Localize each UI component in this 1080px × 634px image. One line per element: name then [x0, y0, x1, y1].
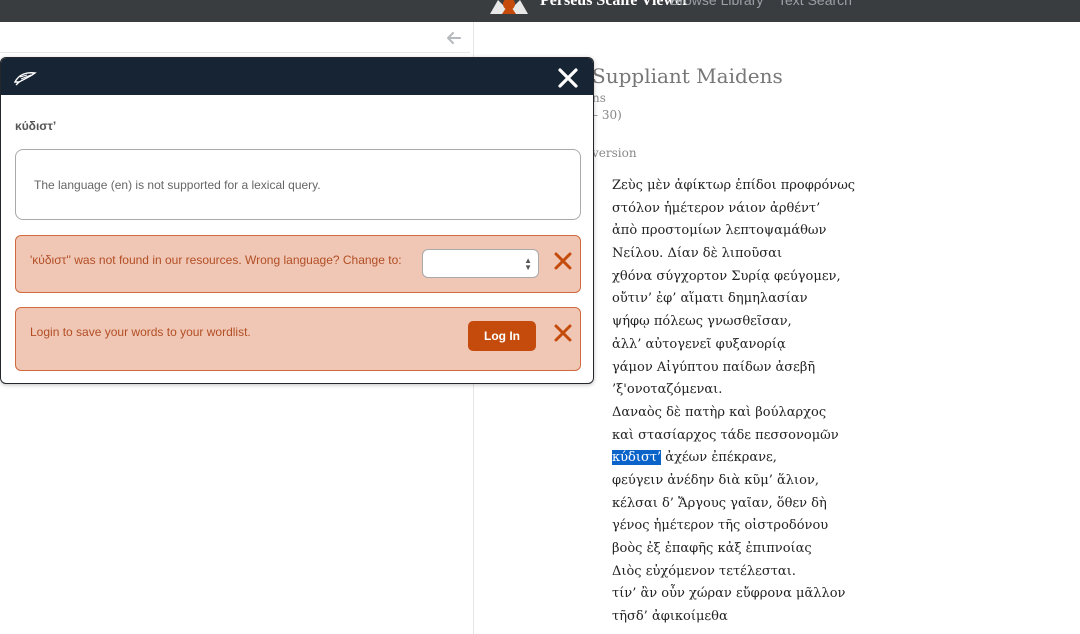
text-passage: Ζεὺς μὲν ἀφίκτωρ ἐπίδοι προφρόνως στόλον … [612, 175, 855, 629]
text-line: Διὸς εὐχόμενον τετέλεσται. [612, 563, 796, 579]
top-navbar: Perseus Scaife Viewer Browse Library Tex… [0, 0, 1080, 22]
text-line: κέλσαι δ’ Ἄργους γαῖαν, ὅθεν δὴ [612, 495, 827, 511]
text-line: βοὸς ἐξ ἐπαφῆς κἀξ ἐπιπνοίας [612, 541, 812, 556]
text-line: χθόνα σύγχορτον Συρίᾳ φεύγομεν, [612, 268, 841, 284]
lemma-heading: κύδιστ’ [15, 119, 57, 133]
text-line: γένος ἡμέτερον τῆς οἰστροδόνου [612, 518, 829, 534]
text-line: Ζεὺς μὲν ἀφίκτωρ ἐπίδοι προφρόνως [612, 178, 856, 193]
text-search-link[interactable]: Text Search [778, 0, 852, 8]
dismiss-icon[interactable] [554, 324, 572, 342]
close-icon[interactable] [556, 66, 580, 90]
text-line: ἀλλ’ αὐτογενεῖ φυξανορίᾳ [612, 336, 786, 352]
info-message: The language (en) is not supported for a… [34, 178, 321, 192]
text-line: φεύγειν ἀνέδην διὰ κῦμ’ ἅλιον, [612, 472, 819, 488]
perseus-logo-icon[interactable] [488, 0, 530, 20]
text-line-rest: ἀχέων ἐπέκρανε, [661, 450, 777, 466]
text-line: οὔτιν’ ἐφ’ αἵματι δημηλασίαν [612, 291, 808, 307]
text-line: γάμον Αἰγύπτου παίδων ἀσεβῆ [612, 359, 816, 375]
dismiss-icon[interactable] [554, 252, 572, 270]
text-line: ’ξ'ονοταζόμεναι. [612, 382, 723, 398]
arrow-left-icon[interactable] [446, 30, 462, 46]
browse-library-link[interactable]: Browse Library [670, 0, 763, 8]
login-alert: Login to save your words to your wordlis… [15, 307, 581, 371]
brand-link[interactable]: Perseus Scaife Viewer [540, 0, 689, 10]
not-found-message: 'κύδιστ'' was not found in our resources… [30, 253, 402, 267]
select-arrows-icon: ▲ ▼ [524, 256, 532, 272]
info-message-box: The language (en) is not supported for a… [15, 149, 581, 220]
login-message: Login to save your words to your wordlis… [30, 325, 251, 339]
scroll-quill-icon [13, 72, 37, 86]
work-title: Suppliant Maidens [592, 64, 783, 88]
text-line: Νείλου. Δίαν δὲ λιποῦσαι [612, 246, 783, 262]
text-line: τίν’ ἂν οὖν χώραν εὔφρονα μᾶλλον [612, 586, 846, 602]
selected-word[interactable]: κύδιστ’ [612, 450, 662, 466]
left-panel-header [0, 22, 470, 53]
text-line: Δαναὸς δὲ πατὴρ καὶ βούλαρχος [612, 404, 827, 420]
text-line: τῆσδ’ ἀφικοίμεθα [612, 609, 728, 625]
popup-header [1, 58, 593, 95]
text-line: κύδιστ’ ἀχέων ἐπέκρανε, [612, 447, 855, 470]
text-line: ψήφῳ πόλεως γνωσθεῖσαν, [612, 314, 792, 330]
lexical-popup: κύδιστ’ The language (en) is not support… [0, 57, 594, 384]
login-button[interactable]: Log In [468, 321, 536, 351]
version-label: version [592, 146, 637, 160]
work-author: ns [592, 91, 606, 105]
passage-range: – 30) [592, 108, 622, 122]
text-line: καὶ στασίαρχος τάδε πεσσονομῶν [612, 427, 839, 443]
text-line: ἀπὸ προστομίων λεπτοψαμάθων [612, 223, 827, 239]
language-select[interactable]: ▲ ▼ [422, 249, 539, 278]
text-line: στόλον ἡμέτερον νάιον ἀρθέντ’ [612, 200, 821, 216]
not-found-alert: 'κύδιστ'' was not found in our resources… [15, 235, 581, 293]
